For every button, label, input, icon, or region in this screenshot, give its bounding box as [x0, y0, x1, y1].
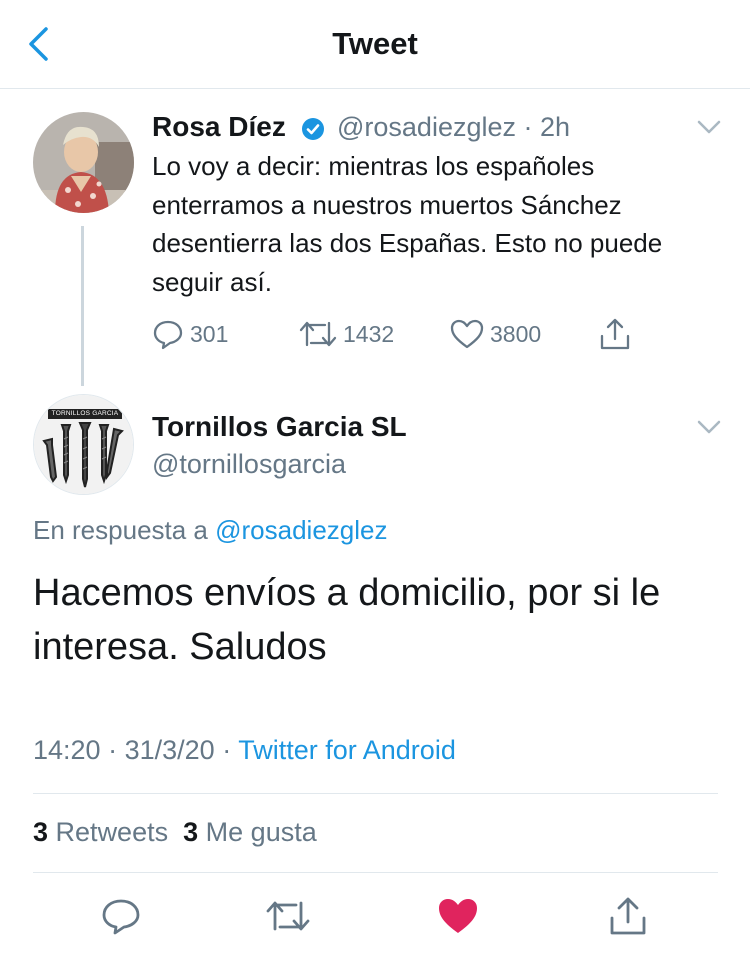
- retweet-button[interactable]: [264, 892, 312, 940]
- retweet-label: Retweets: [55, 817, 169, 847]
- reply-to-handle-link[interactable]: @rosadiezglez: [215, 515, 387, 545]
- like-action[interactable]: 3800: [450, 316, 541, 352]
- retweet-count: 3: [33, 817, 49, 847]
- page-title: Tweet: [332, 26, 418, 61]
- like-count: 3800: [490, 320, 542, 347]
- separator: ·: [222, 735, 232, 765]
- author-handle[interactable]: @tornillosgarcia: [152, 449, 346, 480]
- separator: ·: [108, 735, 118, 765]
- client-link[interactable]: Twitter for Android: [238, 735, 456, 765]
- reply-count: 301: [190, 320, 229, 347]
- parent-tweet-text: Lo voy a decir: mientras los españoles e…: [152, 151, 663, 297]
- reply-icon: [153, 320, 183, 350]
- top-bar: Tweet: [0, 0, 750, 89]
- tweet-time: 14:20: [33, 735, 101, 765]
- like-button[interactable]: [434, 892, 482, 940]
- retweets-stat[interactable]: 3 Retweets: [33, 817, 168, 847]
- retweet-icon: [299, 321, 337, 347]
- share-icon: [600, 318, 630, 350]
- retweet-action[interactable]: 1432: [299, 316, 394, 352]
- verified-badge-icon: [301, 117, 325, 141]
- tweet-date: 31/3/20: [124, 735, 215, 765]
- author-name[interactable]: Rosa Díez: [152, 111, 286, 143]
- heart-icon: [439, 899, 477, 933]
- heart-icon: [450, 319, 484, 349]
- avatar-logo-text: TORNILLOS GARCIA: [51, 410, 119, 417]
- reply-button[interactable]: [97, 892, 145, 940]
- reply-action[interactable]: 301: [152, 316, 228, 352]
- author-name[interactable]: Tornillos Garcia SL: [152, 411, 407, 443]
- tweet-meta: 14:20 · 31/3/20 · Twitter for Android: [33, 735, 456, 766]
- thread-connector-line: [81, 226, 84, 386]
- rosa-diez-avatar[interactable]: [33, 112, 134, 213]
- divider: [33, 872, 718, 873]
- chevron-down-icon[interactable]: [696, 117, 722, 137]
- share-icon: [610, 897, 646, 935]
- reply-context: En respuesta a @rosadiezglez: [33, 515, 388, 546]
- author-handle[interactable]: @rosadiezglez: [337, 112, 516, 142]
- retweet-count: 1432: [343, 320, 395, 347]
- separator: ·: [523, 112, 533, 142]
- tweet-time: 2h: [540, 112, 571, 142]
- likes-stat[interactable]: 3 Me gusta: [183, 817, 317, 847]
- retweet-icon: [266, 901, 310, 931]
- reply-icon: [102, 899, 140, 935]
- main-tweet-text: Hacemos envíos a domicilio, por si le in…: [33, 572, 661, 668]
- tornillos-garcia-avatar[interactable]: TORNILLOS GARCIA: [33, 394, 134, 495]
- chevron-down-icon[interactable]: [696, 417, 722, 437]
- engagement-stats: 3 Retweets 3 Me gusta: [33, 817, 317, 848]
- divider: [33, 793, 718, 794]
- share-button[interactable]: [604, 892, 652, 940]
- share-action[interactable]: [598, 316, 638, 352]
- reply-prefix: En respuesta a: [33, 515, 208, 545]
- like-count: 3: [183, 817, 199, 847]
- like-label: Me gusta: [205, 817, 317, 847]
